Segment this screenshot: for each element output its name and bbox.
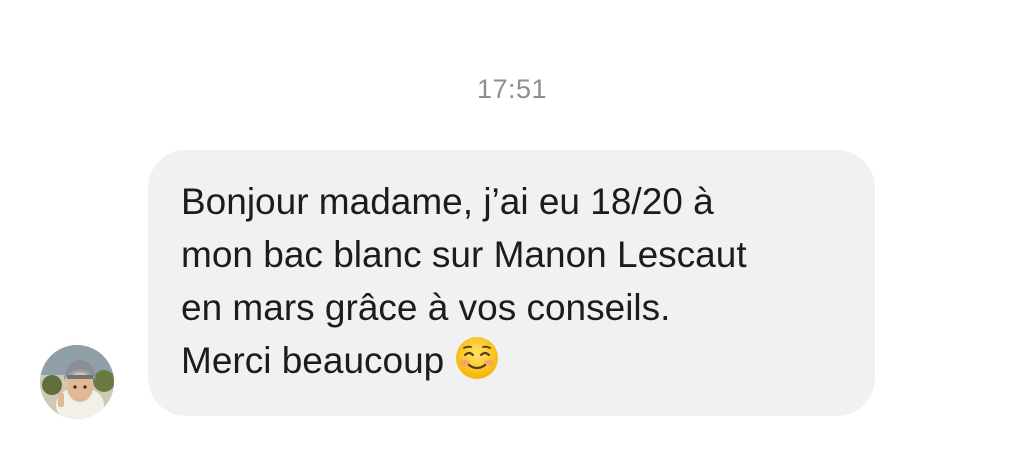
message-text-line: Bonjour madame, j’ai eu 18/20 à	[181, 181, 714, 222]
message-timestamp: 17:51	[476, 74, 548, 104]
message-text-line: mon bac blanc sur Manon Lescaut	[181, 234, 747, 275]
message-text-line: en mars grâce à vos conseils.	[181, 287, 671, 328]
smiling-face-with-blush-icon	[454, 335, 500, 395]
message-bubble[interactable]: Bonjour madame, j’ai eu 18/20 à mon bac …	[148, 150, 875, 416]
incoming-message-row: Bonjour madame, j’ai eu 18/20 à mon bac …	[40, 150, 900, 420]
avatar-photo	[40, 345, 114, 419]
message-text-line-last: Merci beaucoup	[181, 334, 843, 395]
chat-view: 17:51 Bonjour madame, j’ai eu 18/20 à mo…	[0, 0, 1024, 460]
avatar[interactable]	[40, 345, 114, 419]
message-text-line: Merci beaucoup	[181, 340, 445, 381]
